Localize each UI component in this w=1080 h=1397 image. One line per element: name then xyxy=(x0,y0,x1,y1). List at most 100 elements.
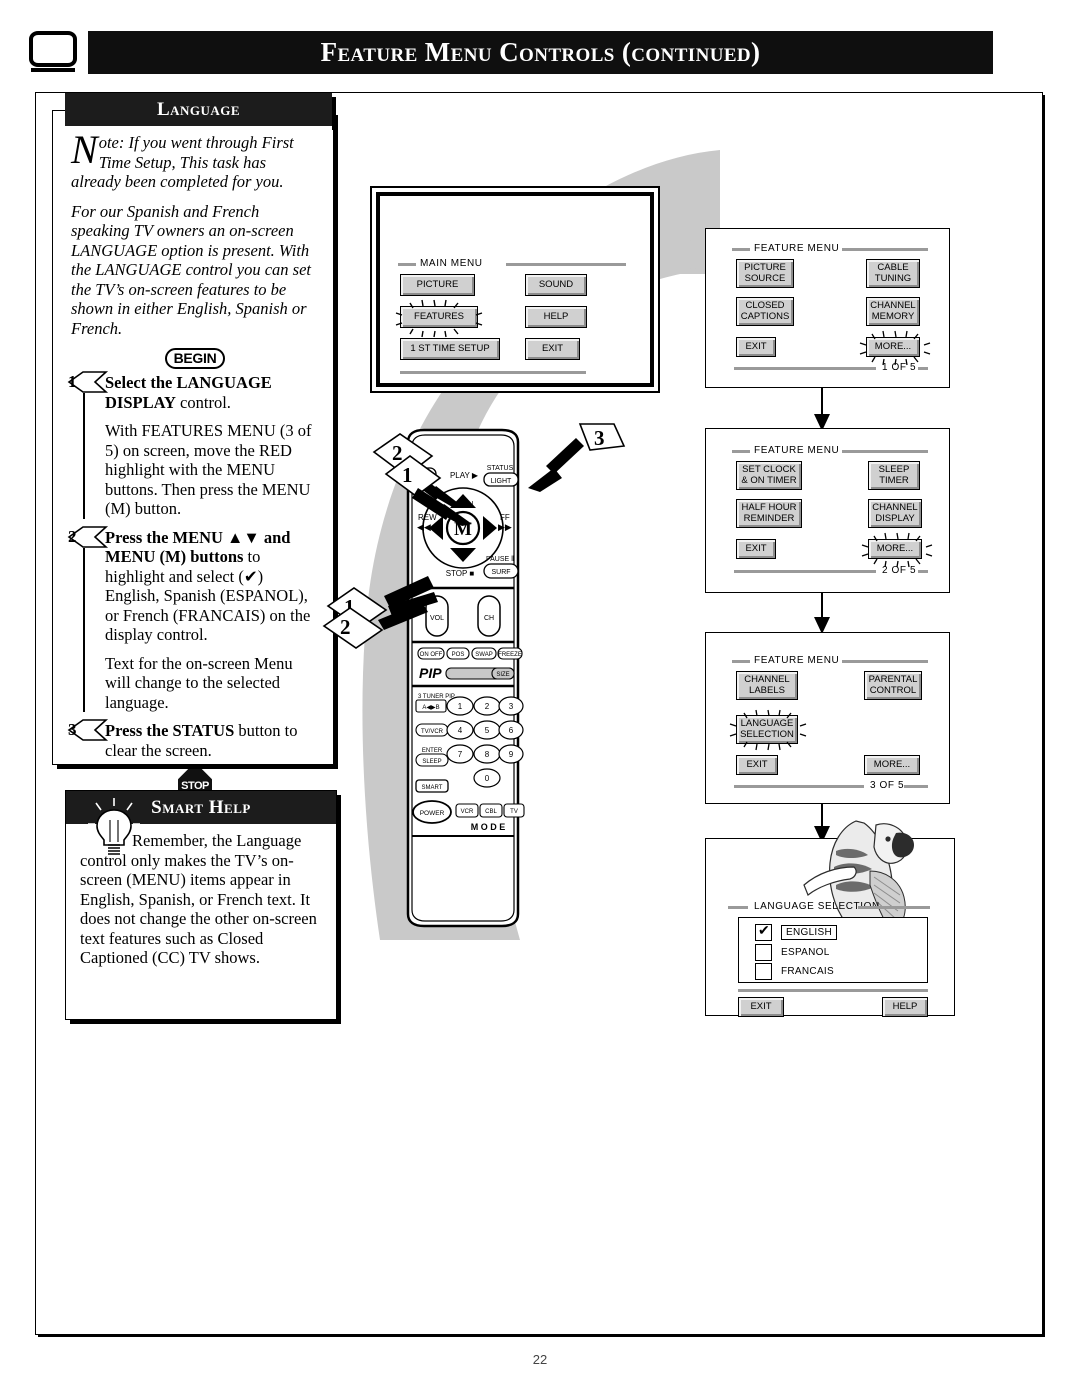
note-paragraph: Note: If you went through First Time Set… xyxy=(71,127,319,192)
svg-text:SIZE: SIZE xyxy=(496,672,509,678)
checkbox-espanol[interactable] xyxy=(755,944,772,961)
checkbox-english[interactable] xyxy=(755,922,772,941)
language-option-espanol-label: ESPANOL xyxy=(781,947,830,958)
main-menu-button-sound[interactable]: SOUND xyxy=(525,274,587,296)
main-menu-button-exit[interactable]: EXIT xyxy=(525,338,580,360)
feature-menu-1-button-exit[interactable]: EXIT xyxy=(736,337,776,357)
step-2-number: 2 xyxy=(68,526,77,546)
feature-menu-2-button-exit[interactable]: EXIT xyxy=(736,539,776,559)
svg-text:5: 5 xyxy=(485,726,490,735)
step-3: 3 Press the STATUS button to clear the s… xyxy=(67,719,319,760)
svg-text:VCR: VCR xyxy=(461,809,474,815)
main-menu-button-features[interactable]: FEATURES xyxy=(400,306,478,328)
svg-text:FREEZE: FREEZE xyxy=(498,652,522,658)
callout-1-upper: 1 xyxy=(384,455,472,526)
main-menu-button-picture[interactable]: PICTURE xyxy=(400,274,475,296)
language-section-tab: Language xyxy=(65,93,336,130)
language-selection-panel: LANGUAGE SELECTION ENGLISH ESPANOL FRANC… xyxy=(705,820,955,1017)
feature-menu-panel-2: FEATURE MENU SET CLOCK & ON TIMER SLEEP TI… xyxy=(705,428,950,593)
feature-menu-1-button-picture-source[interactable]: PICTURE SOURCE xyxy=(736,259,794,288)
step-1-number: 1 xyxy=(68,372,77,391)
connector-arrow-1 xyxy=(814,386,830,431)
svg-text:SMART: SMART xyxy=(422,785,443,791)
page-title: Feature Menu Controls (continued) xyxy=(320,37,761,67)
svg-text:PAUSE ‖: PAUSE ‖ xyxy=(486,556,514,563)
svg-text:9: 9 xyxy=(509,750,514,759)
step-3-heading: Press the STATUS button to clear the scr… xyxy=(105,721,319,760)
note-text: ote: If you went through First Time Setu… xyxy=(71,133,294,191)
step-2: 2 Press the MENU ▲▼ and MENU (M) buttons… xyxy=(67,525,319,712)
svg-text:3: 3 xyxy=(509,702,514,711)
step-3-heading-bold: Press the STATUS xyxy=(105,721,235,740)
main-menu-button-help[interactable]: HELP xyxy=(525,306,587,328)
svg-text:M O D E: M O D E xyxy=(471,822,506,832)
step-2-number-badge: 2 xyxy=(66,525,110,548)
feature-menu-1-button-more[interactable]: MORE... xyxy=(866,337,920,357)
svg-text:6: 6 xyxy=(509,726,514,735)
svg-text:TV/VCR: TV/VCR xyxy=(421,729,444,735)
step-2-heading-bold: Press the MENU ▲▼ and MENU (M) buttons xyxy=(105,527,291,567)
feature-menu-1-page-indicator: 1 OF 5 xyxy=(882,362,917,373)
feature-menu-3-button-channel-labels[interactable]: CHANNEL LABELS xyxy=(736,671,798,700)
feature-menu-panel-1: FEATURE MENU PICTURE SOURCE CABLE TUNING C… xyxy=(705,228,950,388)
language-option-english-label: ENGLISH xyxy=(781,925,838,940)
callout-2-lower: 2 xyxy=(322,602,428,649)
feature-menu-2-title: FEATURE MENU xyxy=(754,445,840,456)
page-number: 22 xyxy=(532,1352,548,1367)
svg-text:1: 1 xyxy=(402,463,413,487)
feature-menu-2-button-more[interactable]: MORE... xyxy=(868,539,922,559)
checkbox-francais[interactable] xyxy=(755,963,772,980)
feature-menu-2-button-half-hour-reminder[interactable]: HALF HOUR REMINDER xyxy=(736,499,802,528)
svg-text:ENTER: ENTER xyxy=(422,748,443,754)
feature-menu-1-button-closed-captions[interactable]: CLOSED CAPTIONS xyxy=(736,297,794,326)
tv-screen-icon xyxy=(29,31,77,73)
instructions-panel: Note: If you went through First Time Set… xyxy=(52,110,338,803)
main-menu-title: MAIN MENU xyxy=(420,258,483,269)
feature-menu-2-page-indicator: 2 OF 5 xyxy=(882,565,917,576)
svg-text:2: 2 xyxy=(485,702,490,711)
svg-text:CBL: CBL xyxy=(485,809,497,815)
feature-menu-2-button-set-clock-on-timer[interactable]: SET CLOCK & ON TIMER xyxy=(736,461,802,490)
smart-help-panel: Smart Help Remember, the Language contro… xyxy=(65,790,341,1024)
svg-text:SLEEP: SLEEP xyxy=(422,759,441,765)
feature-menu-1-button-channel-memory[interactable]: CHANNEL MEMORY xyxy=(866,297,920,326)
feature-menu-3-button-parental-control[interactable]: PARENTAL CONTROL xyxy=(864,671,922,700)
svg-text:4: 4 xyxy=(458,726,463,735)
feature-menu-3-button-exit[interactable]: EXIT xyxy=(736,755,778,775)
step-1-heading-rest: control. xyxy=(175,392,231,412)
feature-menu-3-title: FEATURE MENU xyxy=(754,655,840,666)
main-menu-button-first-time-setup[interactable]: 1 ST TIME SETUP xyxy=(400,338,500,360)
svg-text:2: 2 xyxy=(340,615,351,639)
language-option-english[interactable]: ENGLISH xyxy=(755,922,838,941)
callout-3-status: 3 xyxy=(528,423,626,492)
feature-menu-1-title: FEATURE MENU xyxy=(754,243,840,254)
svg-text:0: 0 xyxy=(485,774,490,783)
feature-menu-3-button-language-selection[interactable]: LANGUAGE SELECTION xyxy=(736,715,798,744)
main-menu-tv-screen: MAIN MENU PICTURE SOUND FEATURES HELP 1 … xyxy=(370,186,660,393)
language-selection-button-help[interactable]: HELP xyxy=(882,997,928,1017)
svg-text:SURF: SURF xyxy=(491,569,510,576)
svg-text:TV: TV xyxy=(510,809,518,815)
step-3-number: 3 xyxy=(68,720,77,739)
step-1-heading: Select the LANGUAGE DISPLAY control. xyxy=(105,373,319,412)
feature-menu-panel-3: FEATURE MENU CHANNEL LABELS PARENTAL CONTR… xyxy=(705,632,950,804)
feature-menu-2-button-channel-display[interactable]: CHANNEL DISPLAY xyxy=(868,499,922,528)
note-dropcap: N xyxy=(71,127,98,172)
feature-menu-3-page-indicator: 3 OF 5 xyxy=(870,780,905,791)
feature-menu-2-button-sleep-timer[interactable]: SLEEP TIMER xyxy=(868,461,920,490)
step-2-body: Text for the on-screen Menu will change … xyxy=(105,653,293,712)
connector-arrow-2 xyxy=(814,591,830,634)
feature-menu-1-button-cable-tuning[interactable]: CABLE TUNING xyxy=(866,259,920,288)
language-option-espanol[interactable]: ESPANOL xyxy=(755,944,830,961)
language-option-francais[interactable]: FRANCAIS xyxy=(755,963,834,980)
feature-menu-3-button-more[interactable]: MORE... xyxy=(864,755,920,775)
language-selection-button-exit[interactable]: EXIT xyxy=(738,997,784,1017)
language-option-francais-label: FRANCAIS xyxy=(781,966,834,977)
svg-text:3 TUNER PIP: 3 TUNER PIP xyxy=(418,694,455,700)
svg-text:A◀▶B: A◀▶B xyxy=(422,705,439,711)
svg-text:1: 1 xyxy=(458,702,463,711)
svg-text:7: 7 xyxy=(458,750,463,759)
step-2-heading: Press the MENU ▲▼ and MENU (M) buttons t… xyxy=(105,528,319,645)
page-header-bar: Feature Menu Controls (continued) xyxy=(88,31,993,74)
svg-text:SWAP: SWAP xyxy=(475,652,492,658)
